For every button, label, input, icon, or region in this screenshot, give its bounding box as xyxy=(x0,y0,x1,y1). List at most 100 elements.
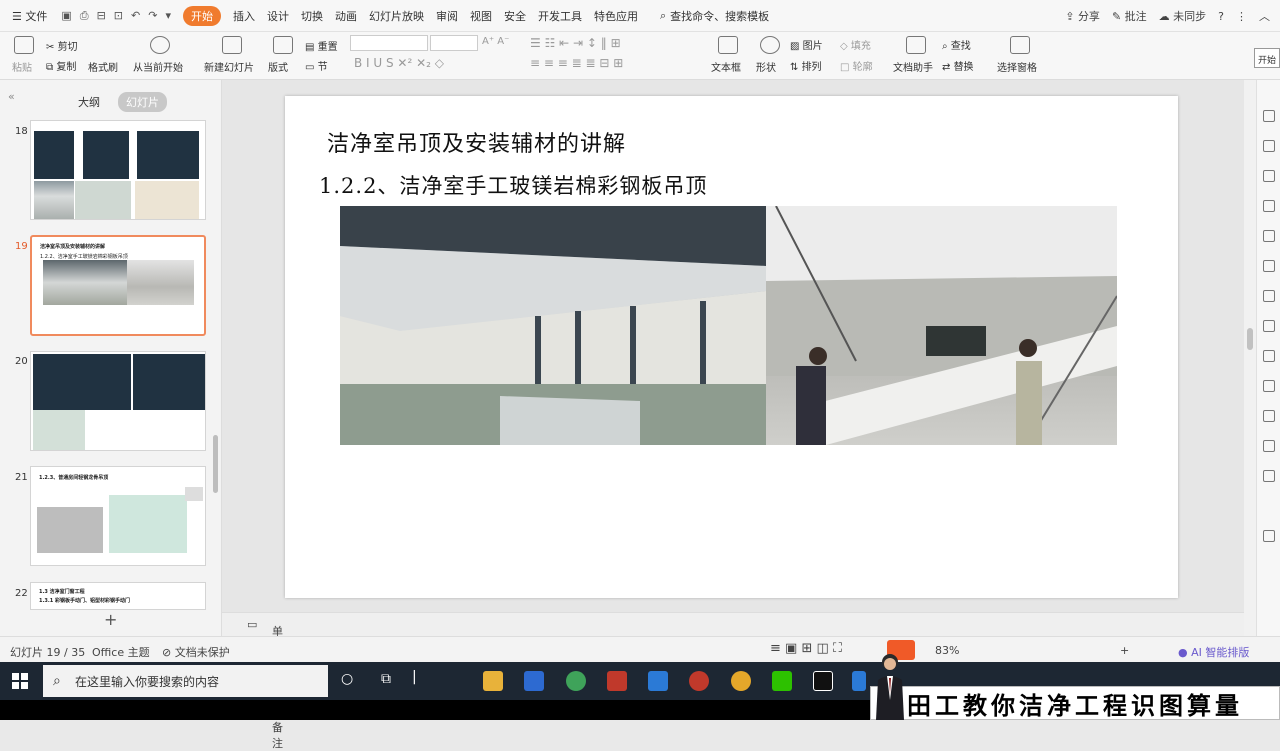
font-size-combo[interactable] xyxy=(430,35,478,51)
command-search[interactable]: ⌕ 查找命令、搜索模板 xyxy=(660,8,769,24)
shapes-icon[interactable] xyxy=(1263,140,1275,152)
font-grow-icon[interactable]: A⁺ A⁻ xyxy=(482,36,509,47)
play-icon[interactable] xyxy=(150,36,170,54)
layout-button[interactable]: 版式 xyxy=(268,59,288,74)
vertical-scrollbar[interactable] xyxy=(1244,80,1256,636)
browser-icon[interactable] xyxy=(566,671,586,691)
protection-status[interactable]: ⊘ 文档未保护 xyxy=(162,644,230,660)
tab-design[interactable]: 设计 xyxy=(267,8,289,24)
section-button[interactable]: ▭ 节 xyxy=(305,58,328,73)
slide-subtitle[interactable]: 1.2.2、洁净室手工玻镁岩棉彩钢板吊顶 xyxy=(319,170,707,200)
chart-icon[interactable] xyxy=(1263,260,1275,272)
undo-icon[interactable]: ↶ xyxy=(131,9,140,23)
comment-icon[interactable] xyxy=(1263,470,1275,482)
image-icon[interactable] xyxy=(1263,410,1275,422)
slide-thumbnail-22[interactable]: 1.3 洁净室门窗工程 1.3.1 彩钢板手动门、铝型材彩钢手动门 xyxy=(30,582,206,610)
select-pane-icon[interactable] xyxy=(1010,36,1030,54)
audio-icon[interactable] xyxy=(1263,440,1275,452)
slide-thumbnail-19[interactable]: 洁净室吊顶及安装辅材的讲解 1.2.2、洁净室手工玻镁岩棉彩钢板吊顶 xyxy=(30,235,206,336)
tab-home[interactable]: 开始 xyxy=(182,5,221,26)
tab-developer[interactable]: 开发工具 xyxy=(538,8,582,24)
outline-button[interactable]: □ 轮廓 xyxy=(840,58,873,73)
add-slide-icon[interactable]: + xyxy=(104,610,117,629)
picture-button[interactable]: ▨ 图片 xyxy=(790,37,823,52)
tab-view[interactable]: 视图 xyxy=(470,8,492,24)
crop-icon[interactable] xyxy=(1263,320,1275,332)
more-options-icon[interactable]: ⋮ xyxy=(1236,10,1247,23)
capcut-icon[interactable] xyxy=(813,671,833,691)
chrome-icon[interactable] xyxy=(731,671,751,691)
grid-icon[interactable] xyxy=(1263,230,1275,242)
find-button[interactable]: ⌕ 查找 xyxy=(942,37,971,52)
format-painter-button[interactable]: 格式刷 xyxy=(88,59,118,74)
redo-icon[interactable]: ↷ xyxy=(148,9,157,23)
zoom-in-icon[interactable]: + xyxy=(1120,644,1129,657)
theme-name[interactable]: Office 主题 xyxy=(92,644,150,660)
panel-scrollbar[interactable] xyxy=(213,435,218,493)
print-icon[interactable]: ⊟ xyxy=(97,9,106,23)
preview-icon[interactable]: ⊡ xyxy=(114,9,123,23)
more-icon[interactable] xyxy=(1263,530,1275,542)
paragraph-align-icons[interactable]: ≡ ≡ ≡ ≣ ≣ ⊟ ⊞ xyxy=(530,56,623,70)
doc-assistant-icon[interactable] xyxy=(906,36,926,54)
shape-icon[interactable] xyxy=(760,36,780,54)
help-icon[interactable]: ? xyxy=(1218,10,1224,23)
tab-insert[interactable]: 插入 xyxy=(233,8,255,24)
settings-icon[interactable] xyxy=(1263,290,1275,302)
paragraph-list-icons[interactable]: ☰ ☷ ⇤ ⇥ ↕ ‖ ⊞ xyxy=(530,36,621,50)
tab-features[interactable]: 特色应用 xyxy=(594,8,638,24)
tab-review[interactable]: 审阅 xyxy=(436,8,458,24)
view-mode-icons[interactable]: ≡ ▣ ⊞ ◫ ⛶ xyxy=(770,641,842,656)
slide-thumbnail-18[interactable] xyxy=(30,120,206,220)
wechat-icon[interactable] xyxy=(772,671,792,691)
file-menu[interactable]: ☰ 文件 xyxy=(12,8,47,24)
replace-button[interactable]: ⇄ 替换 xyxy=(942,58,974,73)
window-icon[interactable] xyxy=(1263,380,1275,392)
notes-pane[interactable]: ▭ 单击此处添加备注 xyxy=(222,612,1244,750)
ai-layout-button[interactable]: ● AI 智能排版 xyxy=(1178,644,1249,660)
export-icon[interactable]: ⎙ xyxy=(80,9,89,23)
warehouse-ceiling-photo[interactable] xyxy=(340,206,766,445)
reset-button[interactable]: ▤ 重置 xyxy=(305,38,338,53)
tab-transition[interactable]: 切换 xyxy=(301,8,323,24)
recorder-icon[interactable] xyxy=(689,671,709,691)
font-style-buttons[interactable]: B I U S ✕² ✕₂ ◇ xyxy=(354,56,444,70)
share-button[interactable]: ⇪ 分享 xyxy=(1065,8,1100,24)
link-icon[interactable] xyxy=(1263,170,1275,182)
select-icon[interactable] xyxy=(1263,200,1275,212)
doc-assistant-button[interactable]: 文档助手 xyxy=(893,59,933,74)
save-icon[interactable]: ▣ xyxy=(61,9,71,23)
tab-slides[interactable]: 幻灯片 xyxy=(118,92,167,112)
pin-icon[interactable] xyxy=(1263,110,1275,122)
windows-start-icon[interactable] xyxy=(12,673,28,689)
layout-icon[interactable] xyxy=(273,36,293,54)
copy-button[interactable]: ⧉ 复制 xyxy=(46,58,76,73)
shape-button[interactable]: 形状 xyxy=(756,59,776,74)
zoom-level[interactable]: 83% xyxy=(935,644,959,657)
paste-button[interactable]: 粘贴 xyxy=(12,59,32,74)
autocad-icon[interactable] xyxy=(607,671,627,691)
slide-thumbnail-20[interactable] xyxy=(30,351,206,451)
file-explorer-icon[interactable] xyxy=(483,671,503,691)
layers-icon[interactable] xyxy=(1263,350,1275,362)
sync-button[interactable]: ☁ 未同步 xyxy=(1159,8,1207,24)
comment-button[interactable]: ✎ 批注 xyxy=(1112,8,1147,24)
panel-install-photo[interactable] xyxy=(766,206,1117,445)
slide-title[interactable]: 洁净室吊顶及安装辅材的讲解 xyxy=(327,126,626,158)
collapse-panel-icon[interactable]: « xyxy=(8,90,15,103)
cortana-icon[interactable]: ○ xyxy=(341,671,353,687)
vertical-scroll-thumb[interactable] xyxy=(1247,328,1253,350)
wps-presentation-icon[interactable] xyxy=(852,671,866,691)
new-slide-icon[interactable] xyxy=(222,36,242,54)
textbox-icon[interactable] xyxy=(718,36,738,54)
play-from-current-button[interactable]: 从当前开始 xyxy=(133,59,183,74)
tab-outline[interactable]: 大纲 xyxy=(70,92,108,112)
cut-button[interactable]: ✂ 剪切 xyxy=(46,38,78,53)
arrange-button[interactable]: ⇅ 排列 xyxy=(790,58,822,73)
tab-security[interactable]: 安全 xyxy=(504,8,526,24)
font-family-combo[interactable] xyxy=(350,35,428,51)
tab-slideshow[interactable]: 幻灯片放映 xyxy=(369,8,424,24)
taskbar-search[interactable]: ⌕ 在这里输入你要搜索的内容 xyxy=(43,665,328,697)
new-slide-button[interactable]: 新建幻灯片 xyxy=(204,59,254,74)
task-view-icon[interactable]: ⧉ xyxy=(381,671,391,687)
